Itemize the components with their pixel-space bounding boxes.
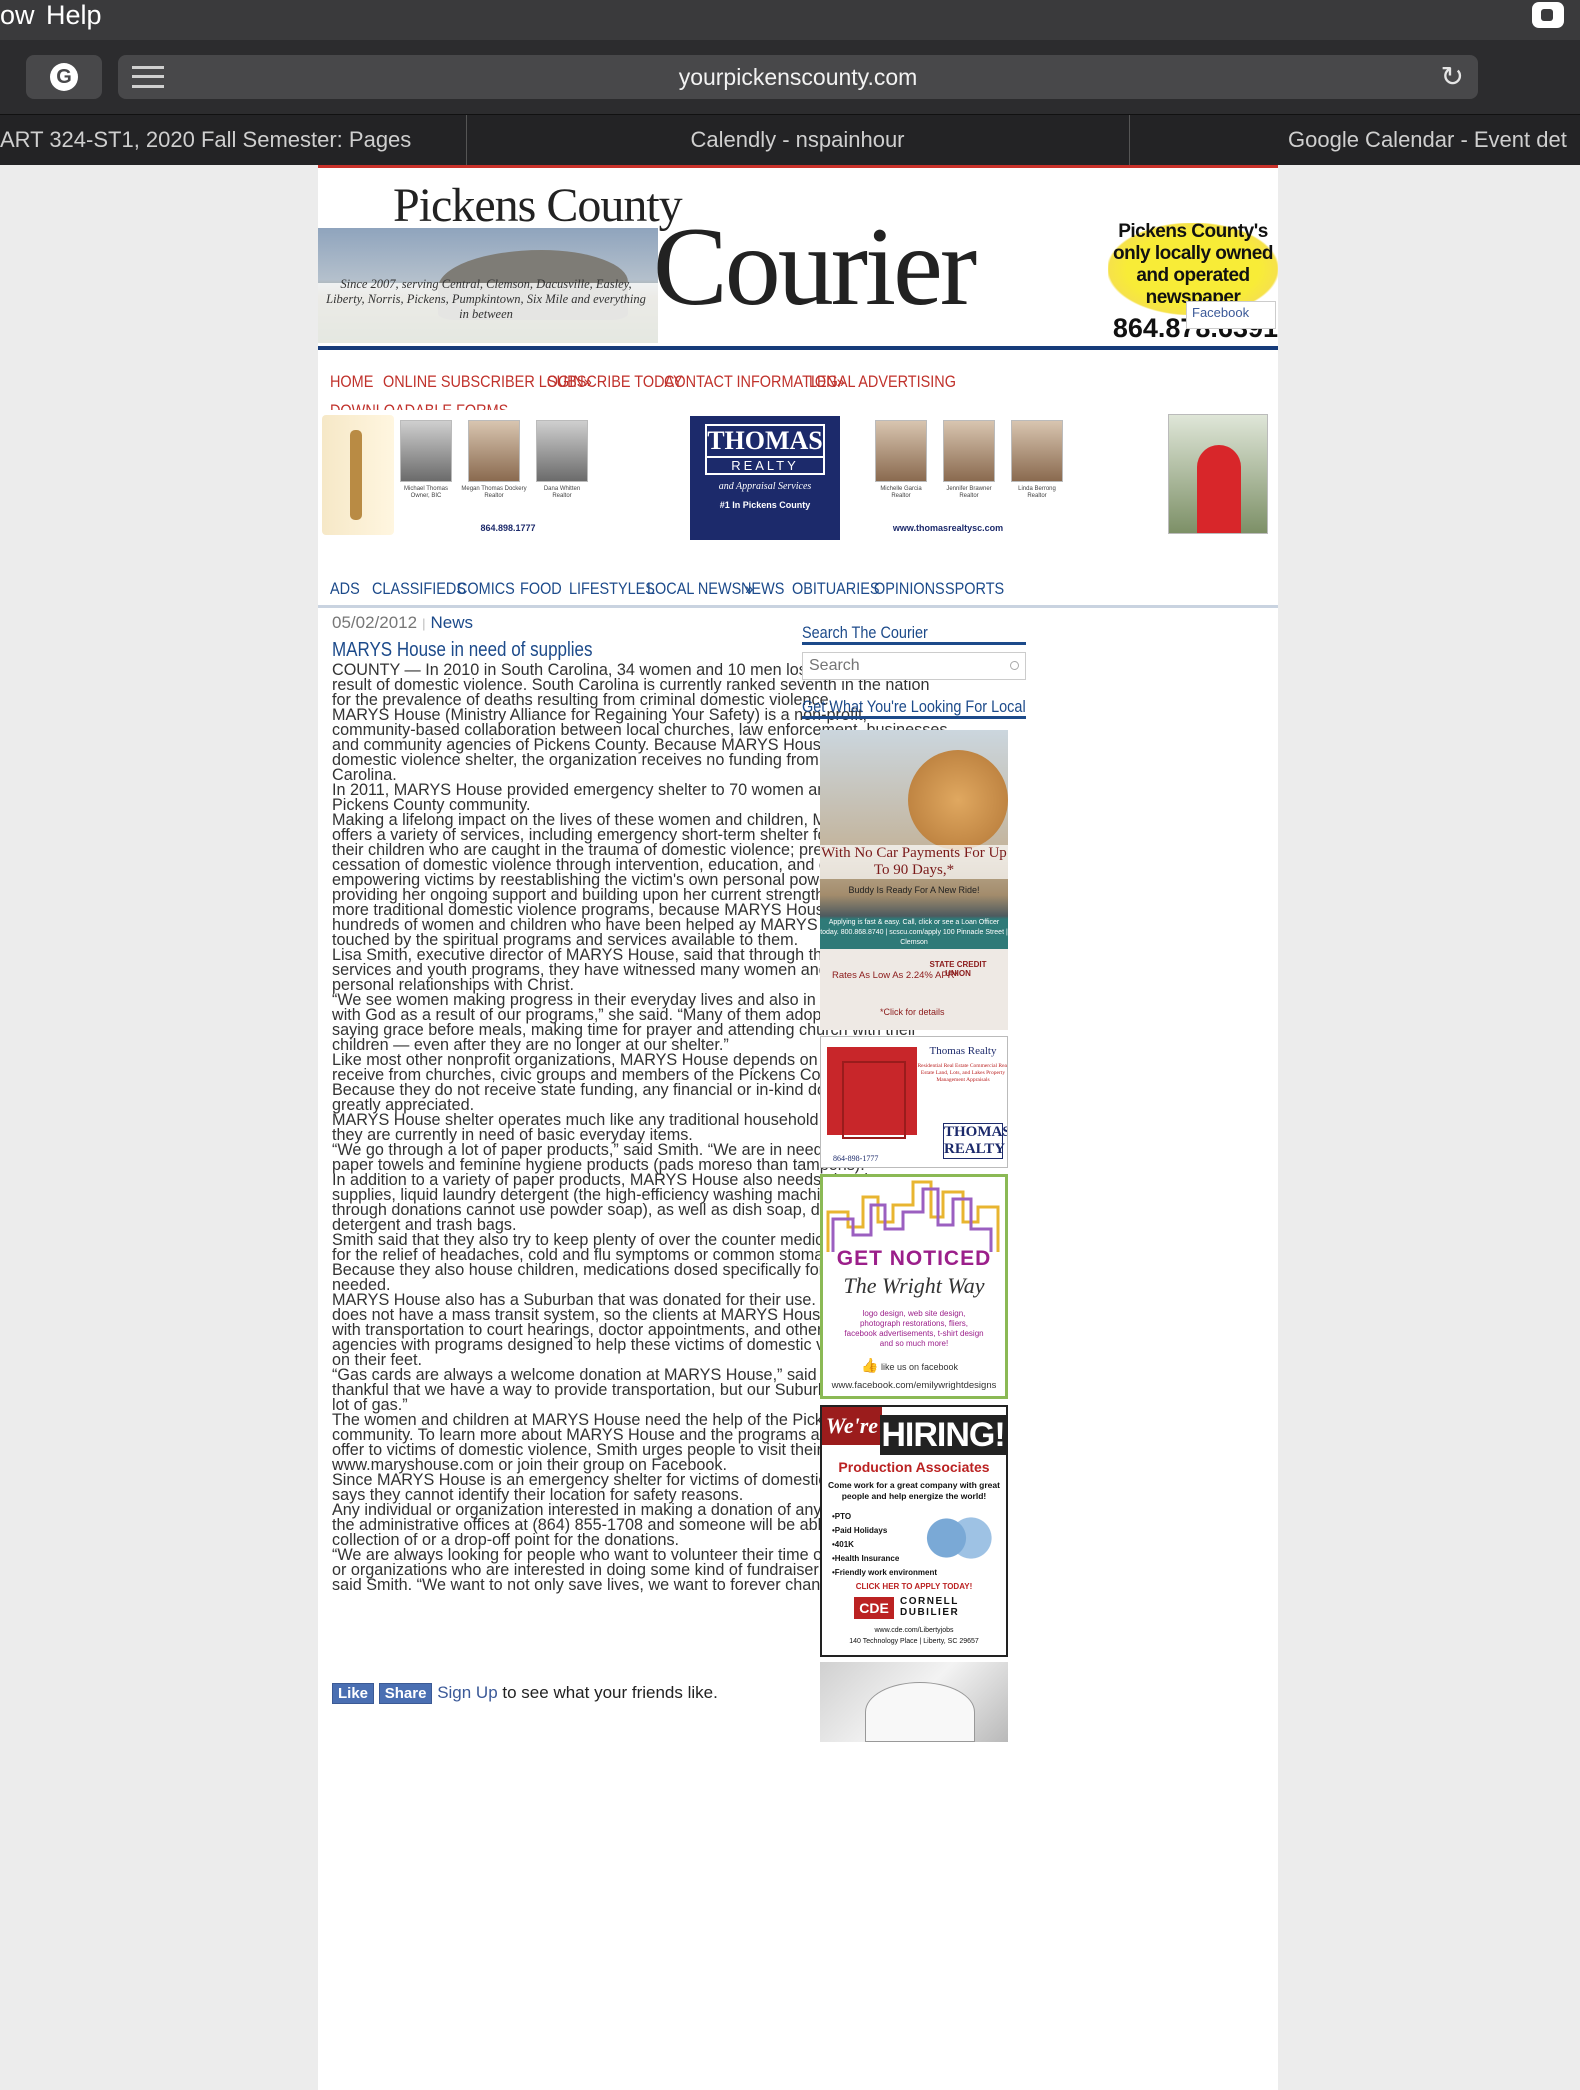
agent-photo: [1011, 420, 1063, 482]
capacitor-photo: [922, 1507, 992, 1569]
search-icon[interactable]: [1010, 661, 1019, 670]
facebook-share-button[interactable]: Share: [378, 1683, 433, 1704]
ad-logo: THOMAS REALTY: [943, 1123, 1008, 1159]
wright-way-ad[interactable]: GET NOTICED The Wright Way logo design, …: [820, 1174, 1008, 1399]
reload-icon[interactable]: ↻: [1441, 63, 1464, 91]
banner-phone: 864.898.1777: [480, 523, 536, 533]
masthead-title-big: Courier: [653, 205, 977, 329]
nav-home[interactable]: HOME: [330, 372, 373, 392]
search-heading: Search The Courier: [802, 623, 928, 642]
article-date: 05/02/2012: [332, 613, 418, 632]
skyline-graphic: [826, 1180, 1000, 1252]
ad-logo: CDE: [854, 1597, 894, 1619]
cat-food[interactable]: FOOD: [520, 579, 562, 599]
thumbs-up-icon: 👍: [861, 1357, 879, 1373]
ad-apply[interactable]: CLICK HER TO APPLY TODAY!: [822, 1582, 1006, 1591]
cat-local-news[interactable]: LOCAL NEWS »: [647, 579, 753, 599]
red-door-photo: [1168, 414, 1268, 534]
camera-icon[interactable]: [1532, 2, 1564, 28]
tab-bar: ART 324-ST1, 2020 Fall Semester: Pages C…: [0, 114, 1580, 165]
agent-photo: [400, 420, 452, 482]
menu-window[interactable]: ow: [0, 0, 35, 30]
ad-services: Residential Real Estate Commercial Real …: [917, 1063, 1008, 1083]
ad-url-address: www.cde.com/Libertyjobs 140 Technology Pl…: [849, 1627, 979, 1645]
agent-photo: [875, 420, 927, 482]
heading-rule: [802, 642, 1026, 645]
ad-phone: 864-898-1777: [833, 1154, 879, 1163]
menu-help[interactable]: Help: [46, 0, 102, 30]
grammarly-button[interactable]: G: [26, 55, 102, 99]
cat-lifestyles[interactable]: LIFESTYLES: [569, 579, 655, 599]
web-page: Since 2007, serving Central, Clemson, Da…: [318, 165, 1278, 2090]
facebook-widget[interactable]: Facebook: [1186, 301, 1276, 329]
cat-comics[interactable]: COMICS: [457, 579, 515, 599]
red-door-photo: [827, 1047, 917, 1139]
cat-news[interactable]: NEWS: [741, 579, 784, 599]
article-title[interactable]: MARYS House in need of supplies: [332, 639, 593, 662]
credit-union-ad[interactable]: With No Car Payments For Up To 90 Days,*…: [820, 730, 1008, 1030]
category-navigation: ADS CLASSIFIEDS COMICS FOOD LIFESTYLES L…: [318, 570, 1278, 608]
cat-ads[interactable]: ADS: [330, 579, 360, 599]
ad-headline: GET NOTICED: [836, 1247, 992, 1270]
top-rule: [318, 165, 1278, 168]
cat-classifieds[interactable]: CLASSIFIEDS: [372, 579, 466, 599]
article-category-link[interactable]: News: [430, 613, 473, 632]
ad-position: Production Associates: [838, 1459, 990, 1475]
banner-url: www.thomasrealtysc.com: [892, 523, 1004, 533]
ad-cta: *Click for details: [880, 1007, 945, 1017]
facebook-signup-text: to see what your friends like.: [502, 1683, 718, 1702]
agent-card: Dana Whitten Realtor: [522, 420, 602, 500]
masthead-slogan: Pickens County's only locally owned and …: [1113, 221, 1273, 308]
thomas-realty-ad[interactable]: Thomas Realty Residential Real Estate Co…: [820, 1036, 1008, 1168]
nav-legal-advertising[interactable]: LEGAL ADVERTISING: [809, 372, 956, 392]
agent-photo: [536, 420, 588, 482]
url-text: yourpickenscounty.com: [678, 64, 918, 90]
ad-script: The Wright Way: [843, 1273, 985, 1298]
door-handle-photo: [322, 415, 394, 535]
puppy-photo: [865, 1682, 975, 1742]
heading-rule: [802, 716, 1026, 719]
agent-photo: [468, 420, 520, 482]
thomas-realty-banner[interactable]: Michael Thomas Owner, BIC Megan Thomas Do…: [318, 410, 1278, 540]
tab-calendly[interactable]: Calendly - nspainhour: [467, 115, 1128, 165]
cat-sports[interactable]: SPORTS: [945, 579, 1004, 599]
browser-toolbar: G yourpickenscounty.com ↻: [0, 40, 1580, 114]
agent-card: Linda Berrong Realtor: [997, 420, 1077, 500]
puppy-ad[interactable]: [820, 1662, 1008, 1742]
cat-obituaries[interactable]: OBITUARIES: [792, 579, 880, 599]
dog-photo: [908, 750, 1008, 850]
facebook-signup-link[interactable]: Sign Up: [437, 1683, 497, 1702]
cat-opinions[interactable]: OPINIONS: [874, 579, 945, 599]
hiring-ad[interactable]: We're HIRING! Production Associates Come…: [820, 1405, 1008, 1657]
thomas-realty-logo: THOMAS REALTY and Appraisal Services #1 …: [690, 416, 840, 540]
ad-subhead: Buddy Is Ready For A New Ride!: [848, 885, 980, 895]
local-heading: Get What You're Looking For Local: [802, 697, 1026, 716]
ad-facebook-like: 👍 like us on facebook: [861, 1357, 959, 1373]
ad-hiring: HIRING!: [880, 1415, 1006, 1455]
grammarly-icon: G: [50, 63, 78, 91]
ad-brand: STATE CREDIT UNION: [929, 960, 987, 978]
address-bar[interactable]: yourpickenscounty.com ↻: [118, 55, 1478, 99]
menu-bar: ow Help: [0, 0, 1580, 40]
nav-subscribe[interactable]: SUBSCRIBE TODAY: [547, 372, 683, 392]
ad-fineprint: Applying is fast & easy. Call, click or …: [820, 919, 1008, 946]
ad-url: www.facebook.com/emilywrightdesigns: [831, 1380, 997, 1391]
masthead-rule: [318, 346, 1278, 350]
ad-pitch: Come work for a great company with great…: [828, 1480, 1000, 1501]
ad-title: Thomas Realty: [929, 1045, 997, 1057]
agent-photo: [943, 420, 995, 482]
search-input[interactable]: [802, 652, 1026, 680]
ad-were: We're: [822, 1407, 882, 1445]
masthead-title-small: Pickens County: [393, 179, 683, 232]
ad-headline: With No Car Payments For Up To 90 Days,*: [820, 845, 1008, 879]
facebook-like-button[interactable]: Like: [332, 1683, 375, 1704]
ad-desc: logo design, web site design, photograph…: [844, 1309, 984, 1348]
tab-google-calendar[interactable]: Google Calendar - Event det: [1130, 115, 1580, 165]
facebook-social-bar: Like Share Sign Up to see what your frie…: [332, 1683, 718, 1704]
article-meta: 05/02/2012 | News: [332, 613, 473, 632]
masthead-tagline: Since 2007, serving Central, Clemson, Da…: [326, 277, 646, 321]
ad-company: CORNELL DUBILIER: [900, 1596, 960, 1618]
tab-art324[interactable]: ART 324-ST1, 2020 Fall Semester: Pages: [0, 115, 465, 165]
